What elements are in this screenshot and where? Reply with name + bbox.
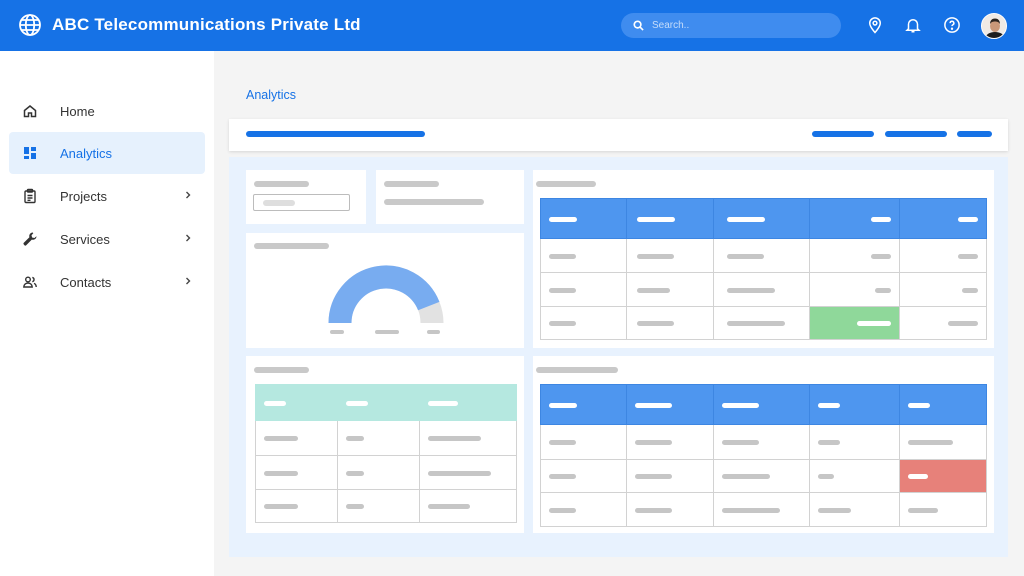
toolbar-title-placeholder [246, 131, 425, 137]
data-table-card-top [533, 170, 994, 348]
info-card [376, 170, 524, 224]
chevron-right-icon [186, 191, 191, 199]
table-row[interactable] [255, 420, 517, 456]
toolbar [229, 119, 1008, 151]
people-icon [23, 276, 37, 288]
card-label-placeholder [384, 181, 439, 187]
gauge-max-label-placeholder [427, 330, 440, 334]
summary-table [255, 384, 517, 523]
dashboard-content [229, 157, 1008, 557]
gauge-min-label-placeholder [330, 330, 344, 334]
wrench-icon [23, 232, 37, 246]
help-icon[interactable] [943, 16, 961, 34]
input-value-placeholder [263, 200, 295, 206]
card-value-placeholder [384, 199, 484, 205]
search-box[interactable] [621, 13, 841, 38]
sidebar-item-services[interactable]: Services [9, 218, 205, 260]
table-header-row [540, 198, 987, 239]
sidebar-item-label: Services [60, 231, 110, 247]
location-pin-icon[interactable] [866, 16, 884, 34]
gauge-card [246, 233, 524, 348]
user-avatar[interactable] [981, 13, 1007, 39]
app-title: ABC Telecommunications Private Ltd [52, 15, 361, 34]
table-row[interactable] [540, 459, 987, 493]
card-title-placeholder [536, 367, 618, 373]
filter-input[interactable] [253, 194, 350, 211]
bell-icon[interactable] [904, 16, 922, 34]
sidebar: Home Analytics Projects Services Contact… [0, 51, 214, 576]
data-table-card-bottom [533, 356, 994, 533]
sidebar-item-projects[interactable]: Projects [9, 175, 205, 217]
table-row[interactable] [540, 492, 987, 527]
filter-card [246, 170, 366, 224]
globe-icon [19, 14, 41, 36]
sidebar-item-label: Analytics [60, 145, 113, 161]
table-row[interactable] [255, 489, 517, 523]
avatar-image [982, 14, 1006, 38]
table-header-row [540, 384, 987, 425]
home-icon [23, 105, 37, 118]
data-table-top [540, 198, 987, 340]
search-icon [633, 20, 644, 31]
toolbar-action-button[interactable] [885, 131, 947, 137]
sidebar-item-contacts[interactable]: Contacts [9, 261, 205, 303]
table-row[interactable] [540, 424, 987, 460]
gauge-mid-label-placeholder [375, 330, 399, 334]
table-header-row [255, 384, 517, 421]
status-cell-danger[interactable] [899, 459, 987, 493]
dashboard-icon [24, 147, 36, 159]
top-app-bar: ABC Telecommunications Private Ltd [0, 0, 1024, 51]
data-table-bottom [540, 384, 987, 527]
chevron-right-icon [186, 234, 191, 242]
sidebar-item-label: Contacts [60, 274, 112, 290]
gauge-chart [328, 265, 444, 324]
card-title-placeholder [254, 367, 309, 373]
card-title-placeholder [254, 243, 329, 249]
status-cell-success[interactable] [809, 306, 900, 340]
toolbar-action-button[interactable] [957, 131, 992, 137]
search-input[interactable] [652, 20, 822, 31]
chevron-right-icon [186, 277, 191, 285]
page-title: Analytics [246, 88, 297, 102]
table-row[interactable] [540, 238, 987, 273]
table-row[interactable] [540, 306, 987, 340]
sidebar-item-analytics[interactable]: Analytics [9, 132, 205, 174]
gauge-fill [328, 265, 440, 324]
sidebar-item-label: Projects [60, 188, 107, 204]
table-row[interactable] [540, 272, 987, 307]
sidebar-item-label: Home [60, 103, 95, 119]
sidebar-item-home[interactable]: Home [9, 90, 205, 132]
toolbar-action-button[interactable] [812, 131, 874, 137]
card-title-placeholder [536, 181, 596, 187]
teal-table-card [246, 356, 524, 533]
card-label-placeholder [254, 181, 309, 187]
table-row[interactable] [255, 455, 517, 490]
clipboard-icon [24, 188, 36, 204]
